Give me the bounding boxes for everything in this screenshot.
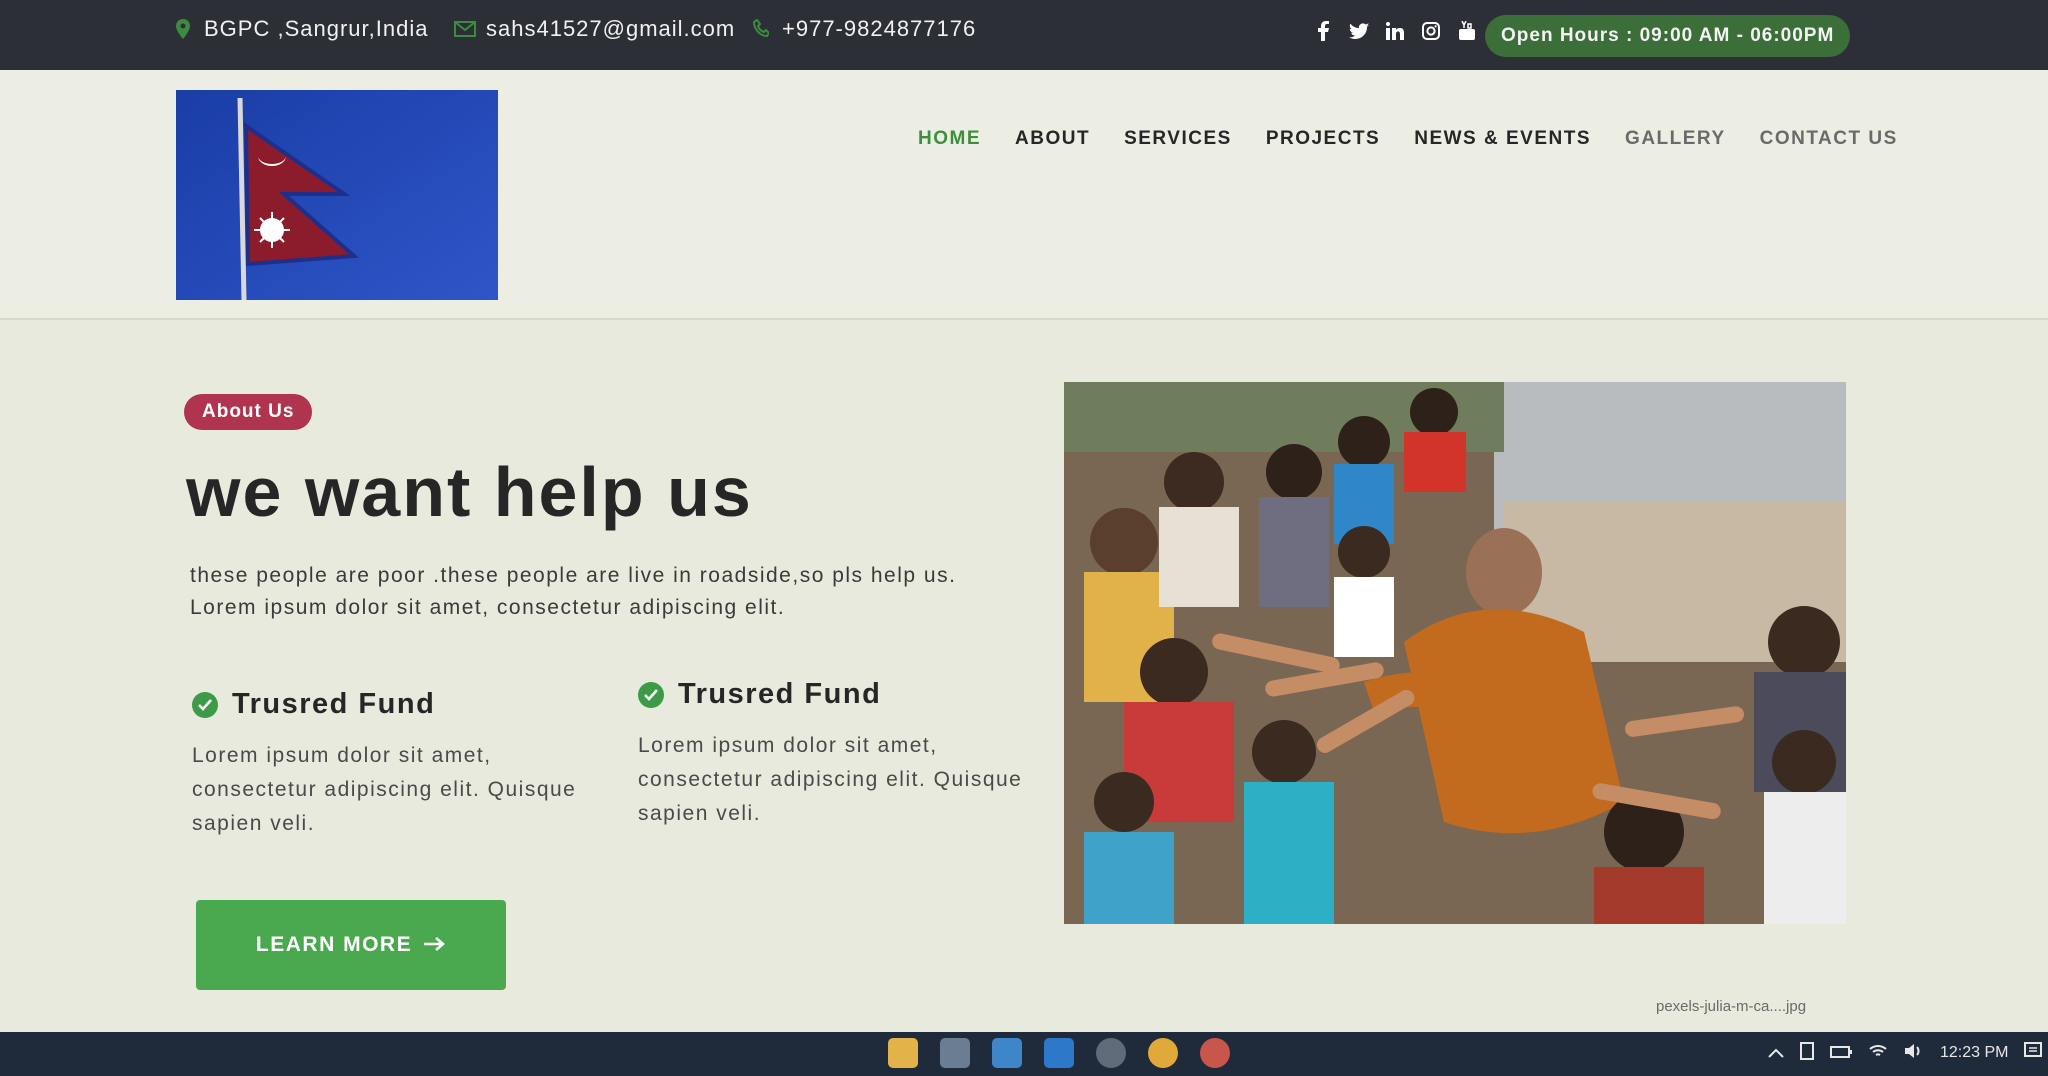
about-us-badge: About Us (184, 394, 313, 430)
nav-gallery[interactable]: GALLERY (1625, 128, 1726, 150)
notification-icon[interactable] (2024, 1042, 2043, 1064)
envelope-icon (454, 18, 476, 40)
feature-title: Trusred Fund (232, 688, 436, 720)
top-bar: BGPC ,Sangrur,India sahs41527@gmail.com … (0, 0, 2048, 70)
nav-contact-us[interactable]: CONTACT US (1760, 128, 1898, 150)
email-info[interactable]: sahs41527@gmail.com (454, 16, 735, 42)
volume-icon[interactable] (1904, 1043, 1924, 1063)
store-icon[interactable] (940, 1038, 970, 1068)
feature-item: Trusred Fund Lorem ipsum dolor sit amet,… (192, 688, 612, 841)
feature-item: Trusred Fund Lorem ipsum dolor sit amet,… (638, 678, 1038, 831)
learn-more-label: Learn More (255, 933, 413, 956)
open-hours-badge: Open Hours : 09:00 AM - 06:00PM (1485, 15, 1851, 57)
chevron-up-icon[interactable] (1768, 1045, 1784, 1062)
feature-title: Trusred Fund (678, 678, 882, 710)
intro-line-2: Lorem ipsum dolor sit amet, consectetur … (190, 596, 786, 619)
check-circle-icon (638, 681, 664, 708)
nav-services[interactable]: SERVICES (1124, 128, 1232, 150)
phone-icon (750, 18, 772, 40)
phone-text[interactable]: +977-9824877176 (782, 16, 976, 42)
main-nav: HOME ABOUT SERVICES PROJECTS NEWS & EVEN… (918, 128, 1898, 150)
phone-info[interactable]: +977-9824877176 (750, 16, 976, 42)
arrow-right-icon (424, 933, 446, 957)
nav-about[interactable]: ABOUT (1015, 128, 1090, 150)
mail-icon[interactable] (992, 1038, 1022, 1068)
about-intro: these people are poor .these people are … (190, 560, 1010, 624)
taskbar-apps (888, 1038, 1230, 1068)
twitter-icon[interactable] (1348, 20, 1370, 42)
about-headline: we want help us (186, 453, 753, 531)
download-filename[interactable]: pexels-julia-m-ca....jpg (1656, 998, 1806, 1015)
feature-text: Lorem ipsum dolor sit amet, consectetur … (192, 744, 577, 835)
chrome-icon[interactable] (1148, 1038, 1178, 1068)
location-info: BGPC ,Sangrur,India (172, 16, 428, 42)
nepal-flag-logo[interactable] (176, 90, 498, 300)
wifi-icon[interactable] (1868, 1043, 1888, 1063)
system-tray: 12:23 PM (1768, 1042, 2043, 1064)
youtube-icon[interactable] (1456, 20, 1478, 42)
battery-icon[interactable] (1830, 1045, 1852, 1062)
file-explorer-icon[interactable] (888, 1038, 918, 1068)
nav-news-events[interactable]: NEWS & EVENTS (1414, 128, 1591, 150)
nav-home[interactable]: HOME (918, 128, 981, 150)
map-pin-icon (172, 18, 194, 40)
chrome-profile-icon[interactable] (1200, 1038, 1230, 1068)
location-text: BGPC ,Sangrur,India (204, 16, 429, 41)
feature-text: Lorem ipsum dolor sit amet, consectetur … (638, 734, 1023, 825)
about-section: About Us we want help us these people ar… (0, 322, 2048, 1032)
nav-projects[interactable]: PROJECTS (1266, 128, 1380, 150)
instagram-icon[interactable] (1420, 20, 1442, 42)
charity-photo (1064, 382, 1846, 924)
facebook-icon[interactable] (1312, 20, 1334, 42)
linkedin-icon[interactable] (1384, 20, 1406, 42)
obs-icon[interactable] (1096, 1038, 1126, 1068)
learn-more-button[interactable]: Learn More (196, 900, 506, 990)
os-taskbar: 12:23 PM (0, 1032, 2048, 1076)
social-links (1312, 20, 1478, 42)
device-icon[interactable] (1800, 1042, 1814, 1064)
site-header: HOME ABOUT SERVICES PROJECTS NEWS & EVEN… (0, 70, 2048, 320)
check-circle-icon (192, 691, 218, 718)
email-text[interactable]: sahs41527@gmail.com (486, 16, 735, 42)
intro-line-1: these people are poor .these people are … (190, 564, 957, 587)
taskbar-clock[interactable]: 12:23 PM (1940, 1044, 2008, 1062)
vscode-icon[interactable] (1044, 1038, 1074, 1068)
